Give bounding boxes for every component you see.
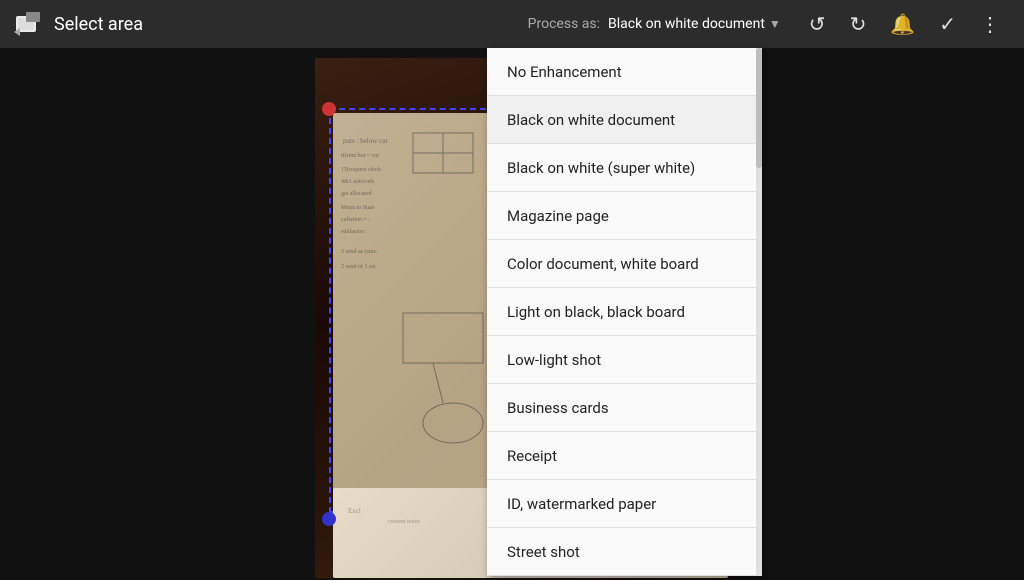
bell-icon[interactable]: 🔔 <box>890 12 915 36</box>
handle-bottom-left[interactable] <box>322 512 336 526</box>
menu-item-1[interactable]: Black on white document <box>487 96 762 144</box>
svg-text:get allocated: get allocated <box>341 191 371 197</box>
menu-item-5[interactable]: Light on black, black board <box>487 288 762 336</box>
svg-text:2 send of 1 sec: 2 send of 1 sec <box>341 263 377 270</box>
svg-text:15(request clock: 15(request clock <box>341 166 381 173</box>
page-title: Select area <box>54 14 528 35</box>
svg-text:if(rent bot = cut: if(rent bot = cut <box>341 152 379 159</box>
menu-item-3[interactable]: Magazine page <box>487 192 762 240</box>
process-as-label: Process as: <box>528 16 600 32</box>
svg-text:subfactor:: subfactor: <box>341 228 365 235</box>
menu-item-7[interactable]: Business cards <box>487 384 762 432</box>
check-icon[interactable]: ✓ <box>939 12 956 36</box>
menu-item-2[interactable]: Black on white (super white) <box>487 144 762 192</box>
scrollbar-track <box>756 48 762 576</box>
process-as-value[interactable]: Black on white document <box>608 16 765 32</box>
svg-text:puts : below cut: puts : below cut <box>343 137 388 145</box>
svg-text:content notes: content notes <box>388 519 420 525</box>
undo-icon[interactable]: ↺ <box>809 12 826 36</box>
menu-item-9[interactable]: ID, watermarked paper <box>487 480 762 528</box>
redo-icon[interactable]: ↻ <box>850 12 867 36</box>
scrollbar-thumb[interactable] <box>756 48 762 168</box>
menu-item-6[interactable]: Low-light shot <box>487 336 762 384</box>
topbar: Select area Process as: Black on white d… <box>0 0 1024 48</box>
svg-text:4&1 autocork: 4&1 autocork <box>341 179 374 185</box>
menu-item-0[interactable]: No Enhancement <box>487 48 762 96</box>
more-icon[interactable]: ⋮ <box>980 12 1000 36</box>
dropdown-arrow-icon[interactable]: ▼ <box>769 17 781 31</box>
menu-item-4[interactable]: Color document, white board <box>487 240 762 288</box>
menu-item-10[interactable]: Street shot <box>487 528 762 576</box>
menu-item-8[interactable]: Receipt <box>487 432 762 480</box>
svg-text:Menu to State: Menu to State <box>341 205 375 211</box>
svg-text:Excl: Excl <box>348 507 361 515</box>
svg-text:3 send as (surc: 3 send as (surc <box>341 248 377 255</box>
app-icon <box>12 8 44 40</box>
handle-top-left[interactable] <box>322 102 336 116</box>
process-as-dropdown: No EnhancementBlack on white documentBla… <box>487 48 762 576</box>
svg-text:caftation = -: caftation = - <box>341 216 370 223</box>
main-content: puts : below cut if(rent bot = cut 15(re… <box>0 48 1024 580</box>
